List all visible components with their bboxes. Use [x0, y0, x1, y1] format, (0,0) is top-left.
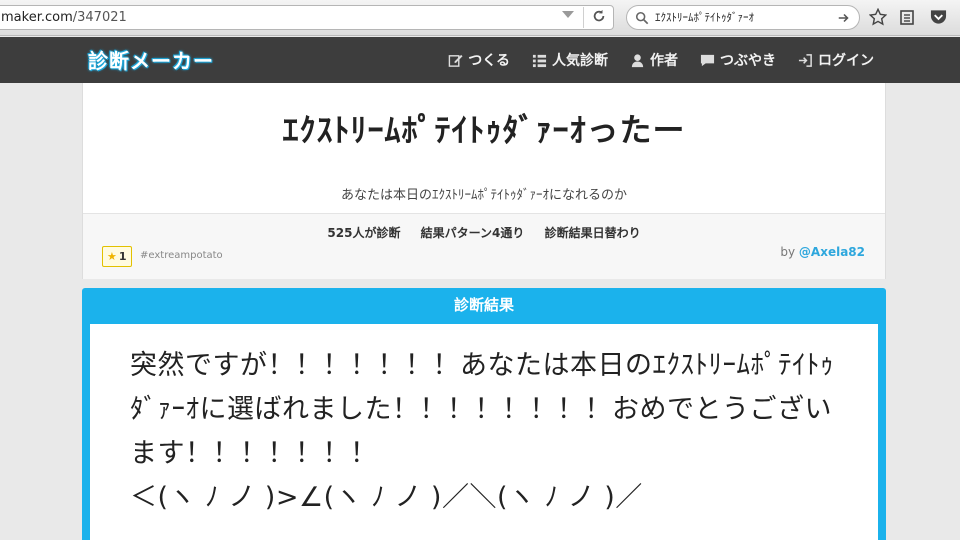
pocket-icon[interactable]	[930, 9, 947, 25]
nav-popular[interactable]: 人気診断	[532, 50, 608, 70]
nav-create[interactable]: つくる	[448, 50, 510, 70]
site-header: 診断メーカー つくる 人気診断 作者 つぶやき ログイン	[0, 37, 960, 83]
nav-author-label: 作者	[650, 53, 678, 69]
url-history-dropdown-icon[interactable]	[562, 11, 574, 18]
reading-list-icon[interactable]	[899, 9, 915, 25]
stat-daily: 診断結果日替わり	[544, 226, 641, 240]
favorite-button[interactable]: ★ 1	[102, 246, 132, 267]
nav-tweets[interactable]: つぶやき	[700, 50, 776, 70]
result-text: 突然ですが！！！！！！！あなたは本日のｴｸｽﾄﾘｰﾑﾎﾟﾃｲﾄｩﾀﾞｧｰｵに選ば…	[130, 350, 834, 513]
search-icon	[635, 11, 649, 25]
nav-login-label: ログイン	[818, 53, 874, 69]
nav-create-label: つくる	[468, 53, 510, 69]
page-title: ｴｸｽﾄﾘｰﾑﾎﾟﾃｲﾄｩﾀﾞｧｰｵったー	[282, 111, 686, 149]
search-query: ｴｸｽﾄﾘｰﾑﾎﾟﾃｲﾄｩﾀﾞｧｰｵ	[655, 11, 754, 24]
browser-toolbar: maker.com/347021 ｴｸｽﾄﾘｰﾑﾎﾟﾃｲﾄｩﾀﾞｧｰｵ	[0, 0, 960, 36]
stat-patterns: 結果パターン4通り	[420, 226, 525, 240]
main-nav: つくる 人気診断 作者 つぶやき ログイン	[426, 37, 874, 83]
page-subtitle: あなたは本日のｴｸｽﾄﾘｰﾑﾎﾟﾃｲﾄｩﾀﾞｧｰｵになれるのか	[340, 188, 627, 203]
nav-popular-label: 人気診断	[552, 53, 608, 69]
result-heading: 診断結果	[453, 296, 514, 314]
card-meta: 525人が診断 結果パターン4通り 診断結果日替わり ★ 1 #extreamp…	[83, 213, 885, 279]
login-icon	[798, 53, 812, 67]
edit-icon	[448, 54, 463, 67]
chat-icon	[700, 54, 715, 66]
user-icon	[631, 53, 644, 67]
url-separator	[583, 7, 584, 28]
list-icon	[532, 54, 547, 67]
nav-tweets-label: つぶやき	[720, 53, 776, 69]
favorite-count: 1	[118, 250, 127, 263]
author-prefix: by	[780, 245, 796, 259]
diagnosis-card: ｴｸｽﾄﾘｰﾑﾎﾟﾃｲﾄｩﾀﾞｧｰｵったー あなたは本日のｴｸｽﾄﾘｰﾑﾎﾟﾃｲ…	[82, 83, 886, 279]
diagnosis-stats: 525人が診断 結果パターン4通り 診断結果日替わり	[83, 224, 885, 241]
bookmark-star-icon[interactable]	[869, 8, 887, 26]
star-icon: ★	[107, 250, 117, 263]
stat-users: 525人が診断	[327, 226, 401, 240]
result-panel: 診断結果 突然ですが！！！！！！！あなたは本日のｴｸｽﾄﾘｰﾑﾎﾟﾃｲﾄｩﾀﾞｧ…	[82, 288, 886, 540]
site-logo[interactable]: 診断メーカー	[88, 45, 214, 74]
nav-author[interactable]: 作者	[630, 50, 678, 70]
search-go-icon[interactable]	[837, 11, 851, 25]
nav-login[interactable]: ログイン	[798, 50, 874, 70]
result-body: 突然ですが！！！！！！！あなたは本日のｴｸｽﾄﾘｰﾑﾎﾟﾃｲﾄｩﾀﾞｧｰｵに選ば…	[90, 324, 878, 540]
url-host: maker.com	[1, 10, 73, 25]
author-link[interactable]: @Axela82	[799, 245, 865, 259]
url-path: /347021	[72, 10, 127, 25]
address-bar[interactable]: maker.com/347021	[0, 5, 614, 30]
search-input[interactable]: ｴｸｽﾄﾘｰﾑﾎﾟﾃｲﾄｩﾀﾞｧｰｵ	[626, 5, 860, 30]
author-info: by @Axela82	[780, 245, 865, 259]
reload-icon[interactable]	[592, 9, 606, 23]
hashtag-link[interactable]: #extreampotato	[140, 250, 223, 261]
